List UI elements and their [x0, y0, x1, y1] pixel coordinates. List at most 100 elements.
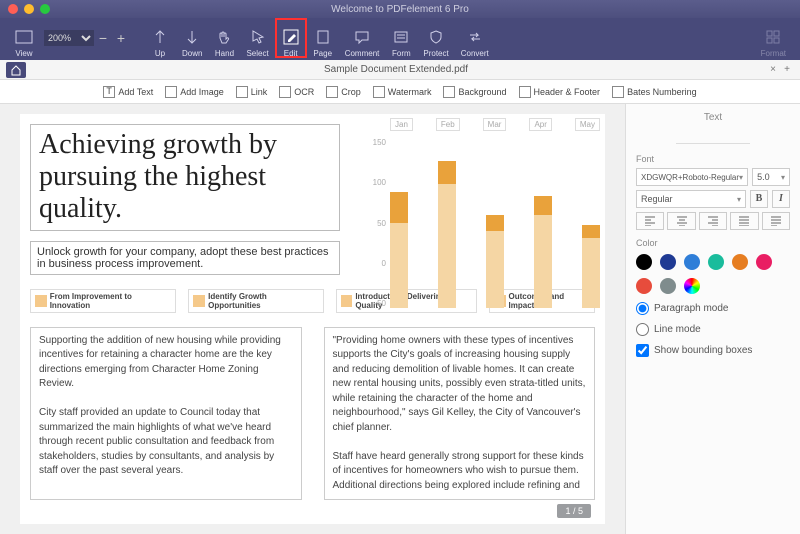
link-button[interactable]: Link	[236, 86, 268, 98]
close-tab-button[interactable]: ×	[766, 64, 780, 75]
color-swatch[interactable]	[684, 278, 700, 294]
arrow-up-icon	[150, 27, 170, 47]
comment-button[interactable]: Comment	[339, 18, 386, 58]
align-buttons	[636, 212, 790, 230]
pdf-page: Achieving growth by pursuing the highest…	[20, 114, 605, 524]
edit-sub-toolbar: TAdd Text Add Image Link OCR Crop Waterm…	[0, 80, 800, 104]
align-right-button[interactable]	[699, 212, 727, 230]
up-button[interactable]: Up	[144, 18, 176, 58]
bates-icon	[612, 86, 624, 98]
protect-button[interactable]: Protect	[417, 18, 454, 58]
home-tab[interactable]	[6, 62, 26, 78]
add-text-button[interactable]: TAdd Text	[103, 86, 153, 98]
text-icon: T	[103, 86, 115, 98]
properties-panel: Text Font XDGWQR+Roboto-Regular 5.0 Regu…	[625, 104, 800, 534]
background-button[interactable]: Background	[443, 86, 506, 98]
header-footer-button[interactable]: Header & Footer	[519, 86, 601, 98]
show-boxes-checkbox[interactable]: Show bounding boxes	[636, 344, 790, 357]
bold-button[interactable]: B	[750, 190, 768, 208]
paragraph-mode-radio[interactable]: Paragraph mode	[636, 302, 790, 315]
align-other-button[interactable]	[762, 212, 790, 230]
zoom-in-button[interactable]: +	[114, 30, 128, 46]
hand-icon	[214, 27, 234, 47]
view-button[interactable]: View	[8, 18, 40, 58]
color-swatch[interactable]	[708, 254, 724, 270]
color-swatch[interactable]	[660, 254, 676, 270]
ocr-button[interactable]: OCR	[279, 86, 314, 98]
format-button: Format	[755, 18, 792, 58]
comment-icon	[352, 27, 372, 47]
column-textbox-right[interactable]: "Providing home owners with these types …	[324, 327, 596, 501]
color-swatch[interactable]	[732, 254, 748, 270]
bar-chart[interactable]: Jan Feb Mar Apr May 150100500-50	[360, 118, 600, 308]
edit-icon	[281, 27, 301, 47]
chart-y-axis: 150100500-50	[360, 138, 386, 308]
color-swatch[interactable]	[756, 254, 772, 270]
page-icon	[313, 27, 333, 47]
image-icon	[165, 86, 177, 98]
add-image-button[interactable]: Add Image	[165, 86, 224, 98]
radio-input[interactable]	[636, 302, 649, 315]
section-tab[interactable]: Identify Growth Opportunities	[188, 289, 323, 313]
window-title: Welcome to PDFelement 6 Pro	[0, 4, 800, 15]
column-textbox-left[interactable]: Supporting the addition of new housing w…	[30, 327, 302, 501]
color-swatch[interactable]	[636, 278, 652, 294]
cursor-icon	[248, 27, 268, 47]
background-icon	[443, 86, 455, 98]
color-swatch[interactable]	[660, 278, 676, 294]
document-viewport[interactable]: Achieving growth by pursuing the highest…	[0, 104, 625, 534]
form-icon	[391, 27, 411, 47]
bates-button[interactable]: Bates Numbering	[612, 86, 697, 98]
chart-bars	[390, 138, 600, 308]
page-button[interactable]: Page	[307, 18, 339, 58]
document-tab[interactable]: Sample Document Extended.pdf	[26, 64, 766, 75]
shield-icon	[426, 27, 446, 47]
hand-button[interactable]: Hand	[208, 18, 240, 58]
section-tab[interactable]: From Improvement to Innovation	[30, 289, 176, 313]
align-justify-button[interactable]	[730, 212, 758, 230]
view-icon	[14, 27, 34, 47]
titlebar: Welcome to PDFelement 6 Pro	[0, 0, 800, 18]
tab-bar: Sample Document Extended.pdf × +	[0, 60, 800, 80]
page-indicator: 1 / 5	[557, 504, 591, 518]
font-family-select[interactable]: XDGWQR+Roboto-Regular	[636, 168, 748, 186]
watermark-button[interactable]: Watermark	[373, 86, 432, 98]
zoom-out-button[interactable]: −	[96, 30, 110, 46]
text-columns: Supporting the addition of new housing w…	[30, 327, 595, 501]
subheading-textbox[interactable]: Unlock growth for your company, adopt th…	[30, 241, 340, 275]
color-swatch[interactable]	[684, 254, 700, 270]
edit-button[interactable]: Edit	[275, 18, 307, 58]
link-icon	[236, 86, 248, 98]
align-left-button[interactable]	[636, 212, 664, 230]
color-label: Color	[636, 238, 790, 248]
add-tab-button[interactable]: +	[780, 64, 794, 75]
form-button[interactable]: Form	[385, 18, 417, 58]
font-style-select[interactable]: Regular	[636, 190, 746, 208]
section-icon	[35, 295, 47, 307]
convert-icon	[465, 27, 485, 47]
line-mode-radio[interactable]: Line mode	[636, 323, 790, 336]
italic-button[interactable]: I	[772, 190, 790, 208]
radio-input[interactable]	[636, 323, 649, 336]
section-icon	[193, 295, 205, 307]
format-icon	[763, 27, 783, 47]
convert-button[interactable]: Convert	[455, 18, 495, 58]
checkbox-input[interactable]	[636, 344, 649, 357]
watermark-icon	[373, 86, 385, 98]
color-swatches	[636, 254, 790, 294]
align-center-button[interactable]	[667, 212, 695, 230]
select-button[interactable]: Select	[240, 18, 274, 58]
ocr-icon	[279, 86, 291, 98]
down-button[interactable]: Down	[176, 18, 208, 58]
crop-icon	[326, 86, 338, 98]
zoom-select[interactable]: 200%	[44, 30, 94, 46]
main-toolbar: View 200% − + Up Down Hand Select Edit P…	[0, 18, 800, 60]
chart-x-labels: Jan Feb Mar Apr May	[390, 118, 600, 131]
font-size-select[interactable]: 5.0	[752, 168, 790, 186]
headline-textbox[interactable]: Achieving growth by pursuing the highest…	[30, 124, 340, 231]
crop-button[interactable]: Crop	[326, 86, 361, 98]
home-icon	[10, 64, 22, 76]
header-footer-icon	[519, 86, 531, 98]
color-swatch[interactable]	[636, 254, 652, 270]
font-label: Font	[636, 154, 790, 164]
